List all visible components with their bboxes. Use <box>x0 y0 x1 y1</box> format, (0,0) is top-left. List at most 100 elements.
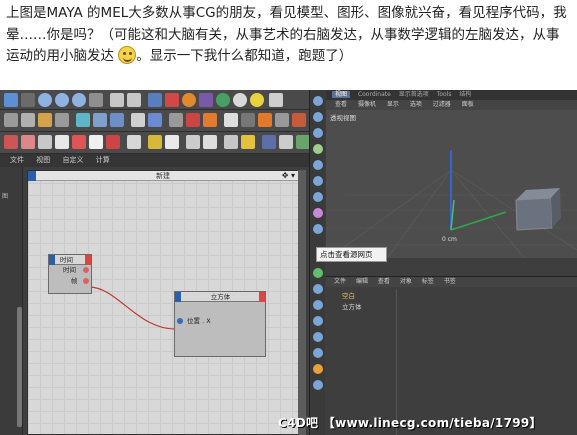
cube-white-icon[interactable] <box>38 135 52 149</box>
axis-x-icon[interactable] <box>38 93 52 107</box>
cube-node-header[interactable]: 立方体 <box>175 292 265 302</box>
object-row-cube[interactable]: 立方体 <box>326 302 577 312</box>
edges-mode-icon[interactable] <box>93 113 107 127</box>
cube-mesh[interactable] <box>515 197 553 231</box>
light-icon[interactable] <box>250 93 264 107</box>
texture-mode-icon[interactable] <box>38 113 52 127</box>
object-row-null[interactable]: 空白 <box>326 291 577 301</box>
object-mode-icon[interactable] <box>21 113 35 127</box>
redo-icon[interactable] <box>21 93 35 107</box>
snap-icon[interactable] <box>148 113 162 127</box>
folder-icon[interactable] <box>148 135 162 149</box>
ball-icon[interactable] <box>241 135 255 149</box>
menu-item-view[interactable]: 视图 <box>36 156 50 164</box>
vp-menu-camera[interactable]: 摄像机 <box>358 101 376 108</box>
tool-icon-13[interactable] <box>313 316 323 326</box>
tool-icon-10[interactable] <box>313 268 323 278</box>
tool-icon-8[interactable] <box>313 208 323 218</box>
model-mode-icon[interactable] <box>4 113 18 127</box>
box-icon[interactable] <box>262 135 276 149</box>
tool-icon-6[interactable] <box>313 176 323 186</box>
tab-display-prefs[interactable]: 显示首选项 <box>399 91 429 98</box>
editor-scrollbar[interactable] <box>298 170 306 435</box>
vp-menu-view[interactable]: 查看 <box>335 101 347 108</box>
tab-structure[interactable]: 结构 <box>459 91 471 98</box>
time-output-port[interactable] <box>83 267 89 273</box>
view-source-tooltip[interactable]: 点击查看源网页 <box>316 247 387 262</box>
enable-axis-icon[interactable] <box>131 113 145 127</box>
sculpt-icon[interactable] <box>275 113 289 127</box>
checker-icon[interactable] <box>224 113 238 127</box>
array-icon[interactable] <box>199 93 213 107</box>
tool-icon-17[interactable] <box>313 380 323 390</box>
om-menu-edit[interactable]: 编辑 <box>356 278 368 285</box>
vp-menu-options[interactable]: 选项 <box>410 101 422 108</box>
tool-icon-7[interactable] <box>313 192 323 202</box>
environment-icon[interactable] <box>216 93 230 107</box>
node-editor[interactable]: 新建 ✥ ▾ 时间 时间 帧 立方体 位置 . X <box>27 170 299 435</box>
cube-red-icon[interactable] <box>4 135 18 149</box>
vp-menu-panel[interactable]: 面板 <box>462 101 474 108</box>
sphere-red-icon[interactable] <box>106 135 120 149</box>
tool-icon-9[interactable] <box>313 224 323 234</box>
layout-icon[interactable] <box>269 93 283 107</box>
cube-pink-icon[interactable] <box>21 135 35 149</box>
tool-icon-4[interactable] <box>313 144 323 154</box>
workplane-icon[interactable] <box>55 113 69 127</box>
doc-icon[interactable] <box>165 135 179 149</box>
tool-icon-5[interactable] <box>313 160 323 170</box>
lock-icon[interactable] <box>241 113 255 127</box>
menu-item-custom[interactable]: 自定义 <box>62 156 83 164</box>
coordinate-system-icon[interactable] <box>89 93 103 107</box>
magnet-icon[interactable] <box>186 113 200 127</box>
spline-pen-icon[interactable] <box>165 93 179 107</box>
paint-icon[interactable] <box>258 113 272 127</box>
frame-output-port[interactable] <box>83 278 89 284</box>
om-menu-tag[interactable]: 标签 <box>422 278 434 285</box>
brush-icon[interactable] <box>169 113 183 127</box>
tool-icon-11[interactable] <box>313 284 323 294</box>
menu-item-calculate[interactable]: 计算 <box>96 156 110 164</box>
tool-icon-3[interactable] <box>313 128 323 138</box>
vp-menu-filter[interactable]: 过滤器 <box>433 101 451 108</box>
time-node-header[interactable]: 时间 <box>49 255 91 265</box>
tag-icon[interactable] <box>186 135 200 149</box>
nurbs-icon[interactable] <box>182 93 196 107</box>
om-menu-view[interactable]: 查看 <box>378 278 390 285</box>
render-view-icon[interactable] <box>127 93 141 107</box>
tool-icon-14[interactable] <box>313 332 323 342</box>
material-icon[interactable] <box>224 135 238 149</box>
tool-icon-1[interactable] <box>313 96 323 106</box>
bucket-icon[interactable] <box>292 113 306 127</box>
gear-icon[interactable] <box>127 135 141 149</box>
cube-node[interactable]: 立方体 位置 . X <box>174 291 266 357</box>
tab-coordinate[interactable]: Coordinate <box>358 91 391 98</box>
camera-icon[interactable] <box>233 93 247 107</box>
points-mode-icon[interactable] <box>76 113 90 127</box>
polygons-mode-icon[interactable] <box>110 113 124 127</box>
perspective-viewport[interactable]: 视图 Coordinate 显示首选项 Tools 结构 查看 摄像机 显示 选… <box>326 90 577 258</box>
grid-icon[interactable] <box>203 135 217 149</box>
tool-icon-16[interactable] <box>313 364 323 374</box>
tool-icon-12[interactable] <box>313 300 323 310</box>
tool-icon-2[interactable] <box>313 112 323 122</box>
om-menu-object[interactable]: 对象 <box>400 278 412 285</box>
position-x-input-port[interactable] <box>177 318 183 324</box>
tab-view[interactable]: 视图 <box>332 91 351 98</box>
om-menu-file[interactable]: 文件 <box>334 278 346 285</box>
cube-outline-icon[interactable] <box>55 135 69 149</box>
undo-icon[interactable] <box>4 93 18 107</box>
knife-icon[interactable] <box>203 113 217 127</box>
axis-y-icon[interactable] <box>55 93 69 107</box>
cube-primitive-icon[interactable] <box>148 93 162 107</box>
menu-item-file[interactable]: 文件 <box>10 156 24 164</box>
axis-z-icon[interactable] <box>72 93 86 107</box>
time-node[interactable]: 时间 时间 帧 <box>48 254 92 294</box>
render-region-icon[interactable] <box>110 93 124 107</box>
cube-mixed-icon[interactable] <box>72 135 86 149</box>
tab-tools[interactable]: Tools <box>437 91 452 98</box>
vp-menu-display[interactable]: 显示 <box>387 101 399 108</box>
om-menu-bookmark[interactable]: 书签 <box>444 278 456 285</box>
sidebar-scrollbar[interactable] <box>17 307 22 427</box>
cube-light-icon[interactable] <box>89 135 103 149</box>
